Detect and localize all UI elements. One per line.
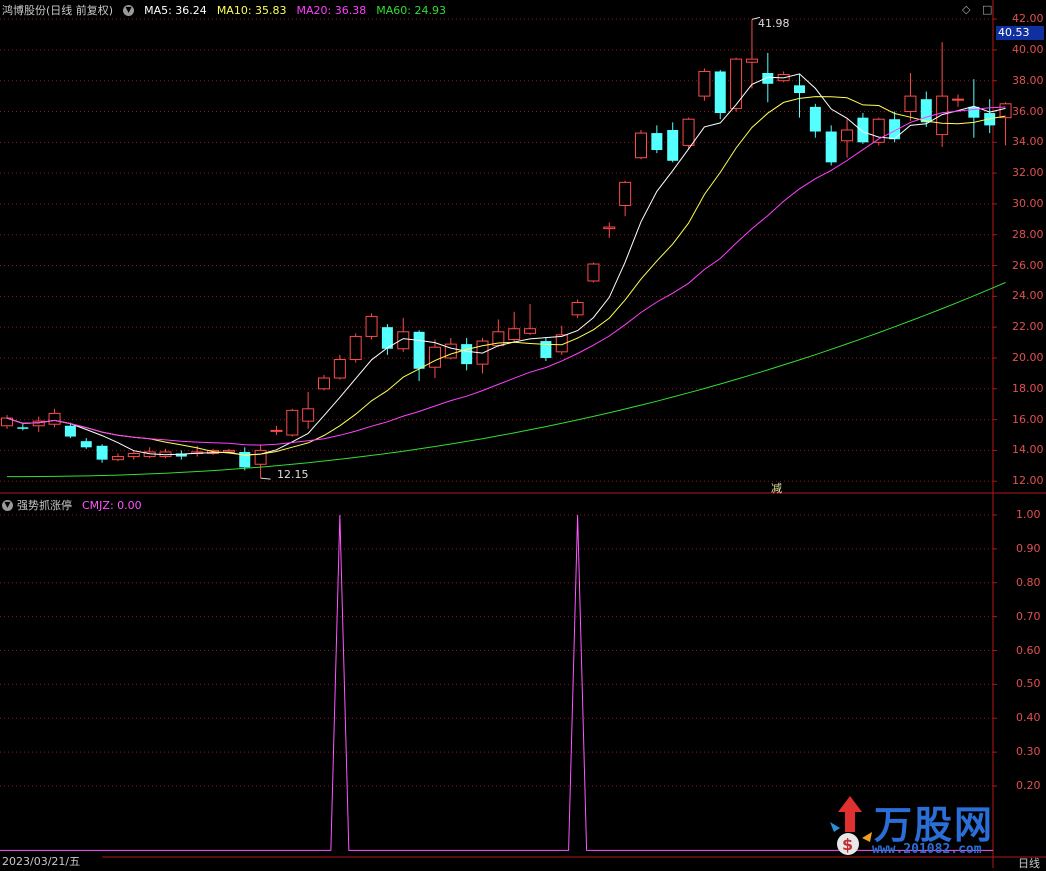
- candle-body: [349, 335, 362, 361]
- candle-body: [397, 331, 410, 350]
- price-tick-label: 20.00: [1012, 350, 1044, 364]
- candle-body: [857, 117, 869, 143]
- indicator-tick-label: 0.40: [1016, 711, 1041, 725]
- price-tick-label: 16.00: [1012, 412, 1044, 426]
- logo-text: 万股网: [874, 803, 995, 847]
- indicator-tick-label: 0.20: [1016, 779, 1041, 792]
- candle-body: [825, 131, 837, 163]
- candle-body: [936, 95, 949, 136]
- candle-body: [127, 452, 140, 458]
- price-tick-label: 22.00: [1012, 320, 1044, 334]
- price-tick-label: 42.00: [1012, 12, 1044, 26]
- indicator-tick-label: 0.90: [1016, 541, 1041, 555]
- price-tick-label: 12.00: [1012, 474, 1044, 488]
- indicator-tick-label: 0.80: [1016, 575, 1041, 589]
- price-tick-label: 26.00: [1012, 258, 1044, 272]
- price-tick-label: 40.00: [1012, 42, 1044, 56]
- candle-body: [714, 71, 726, 114]
- candle-body: [619, 181, 632, 206]
- candle-body: [745, 58, 758, 63]
- candle-body: [428, 346, 441, 368]
- candle-body: [80, 441, 92, 448]
- price-tick-label: 38.00: [1012, 73, 1044, 87]
- candle-body: [17, 427, 29, 429]
- indicator-tick-label: 0.50: [1016, 677, 1041, 691]
- candle-body: [841, 129, 854, 142]
- chart-canvas[interactable]: [0, 0, 1046, 868]
- candle-body: [762, 72, 774, 84]
- candle-body: [96, 445, 108, 460]
- candle-body: [508, 328, 521, 340]
- low-marker: [260, 477, 271, 480]
- candle-body: [111, 456, 124, 461]
- candle-body: [698, 70, 711, 97]
- candle-body: [794, 85, 805, 94]
- price-tick-label: 30.00: [1012, 196, 1044, 210]
- indicator-tick-label: 0.30: [1016, 745, 1041, 759]
- price-tick-label: 24.00: [1012, 289, 1044, 303]
- candle-body: [333, 359, 346, 379]
- candle-body: [667, 129, 679, 161]
- candle-body: [64, 425, 76, 437]
- logo-url: www.201082.com: [872, 842, 982, 857]
- candle-body: [48, 412, 61, 425]
- candle-body: [461, 344, 473, 365]
- logo-icon: $: [830, 796, 872, 855]
- candle-body: [254, 449, 267, 465]
- ma5-line: [6, 73, 1006, 456]
- reduce-marker: 减: [771, 482, 782, 495]
- ma10-line: [6, 96, 1006, 456]
- price-tick-label: 14.00: [1012, 443, 1044, 457]
- candle-body: [968, 106, 980, 118]
- candle-body: [571, 302, 584, 316]
- candle-body: [635, 132, 647, 159]
- candle-body: [540, 341, 552, 358]
- candle-body: [904, 95, 917, 113]
- price-tick-label: 36.00: [1012, 104, 1044, 118]
- candle-body: [603, 226, 616, 230]
- candle-body: [952, 98, 964, 101]
- date-label: 2023/03/21/五: [0, 856, 102, 868]
- candle-body: [651, 133, 663, 151]
- candle-body: [587, 263, 600, 282]
- candle-body: [222, 449, 235, 453]
- indicator-tick-label: 0.70: [1016, 609, 1041, 623]
- high-price-label: 41.98: [758, 17, 790, 30]
- candle-body: [302, 408, 315, 422]
- candle-body: [413, 331, 425, 369]
- stock-chart-window: 鸿博股份(日线 前复权) ▼ MA5: 36.24 MA10: 35.83 MA…: [0, 0, 1046, 870]
- ma60-line: [7, 282, 1006, 478]
- price-tick-label: 34.00: [1012, 135, 1044, 149]
- indicator-tick-label: 0.60: [1016, 643, 1041, 657]
- watermark-logo: $ 万股网 www.201082.com: [828, 792, 1028, 862]
- ma20-line: [6, 106, 1006, 446]
- candle-body: [809, 106, 821, 132]
- svg-text:$: $: [842, 835, 853, 854]
- price-tick-label: 28.00: [1012, 227, 1044, 241]
- current-price-tag: 40.53: [996, 26, 1044, 40]
- price-tick-label: 18.00: [1012, 381, 1044, 395]
- candle-body: [365, 315, 378, 337]
- price-tick-label: 32.00: [1012, 166, 1044, 180]
- candle-body: [999, 103, 1012, 119]
- indicator-tick-label: 1.00: [1016, 508, 1041, 521]
- candle-body: [318, 377, 330, 390]
- candle-body: [730, 58, 743, 109]
- candle-body: [682, 118, 695, 146]
- candle-body: [524, 328, 537, 334]
- candle-body: [270, 429, 283, 432]
- low-price-label: 12.15: [277, 468, 309, 481]
- candle-body: [286, 409, 299, 436]
